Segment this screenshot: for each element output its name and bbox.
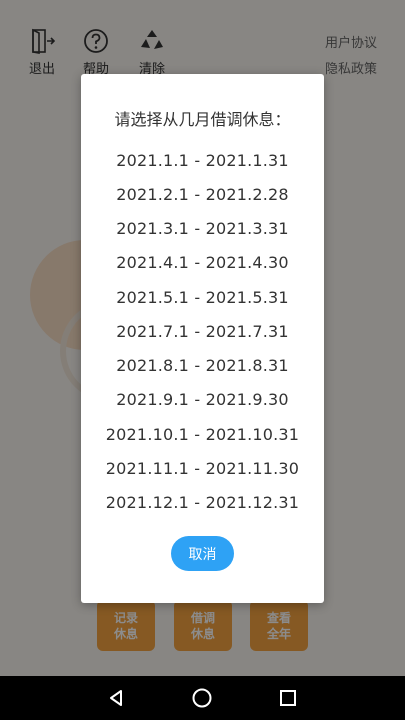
period-option[interactable]: 2021.2.1 - 2021.2.28 [81,185,324,204]
period-option[interactable]: 2021.12.1 - 2021.12.31 [81,493,324,512]
period-option[interactable]: 2021.4.1 - 2021.4.30 [81,253,324,272]
nav-home-button[interactable] [182,676,222,720]
period-option[interactable]: 2021.1.1 - 2021.1.31 [81,151,324,170]
square-recent-icon [280,690,296,706]
cancel-button[interactable]: 取消 [171,536,234,571]
nav-back-button[interactable] [96,676,136,720]
dialog-title: 请选择从几月借调休息： [114,110,291,129]
period-option[interactable]: 2021.5.1 - 2021.5.31 [81,288,324,307]
period-option[interactable]: 2021.8.1 - 2021.8.31 [81,356,324,375]
nav-recent-button[interactable] [268,676,308,720]
circle-home-icon [192,688,212,708]
period-option[interactable]: 2021.11.1 - 2021.11.30 [81,459,324,478]
period-option[interactable]: 2021.3.1 - 2021.3.31 [81,219,324,238]
period-option[interactable]: 2021.10.1 - 2021.10.31 [81,425,324,444]
triangle-back-icon [110,690,122,706]
system-nav-bar [0,676,405,720]
period-option[interactable]: 2021.7.1 - 2021.7.31 [81,322,324,341]
period-option[interactable]: 2021.9.1 - 2021.9.30 [81,390,324,409]
